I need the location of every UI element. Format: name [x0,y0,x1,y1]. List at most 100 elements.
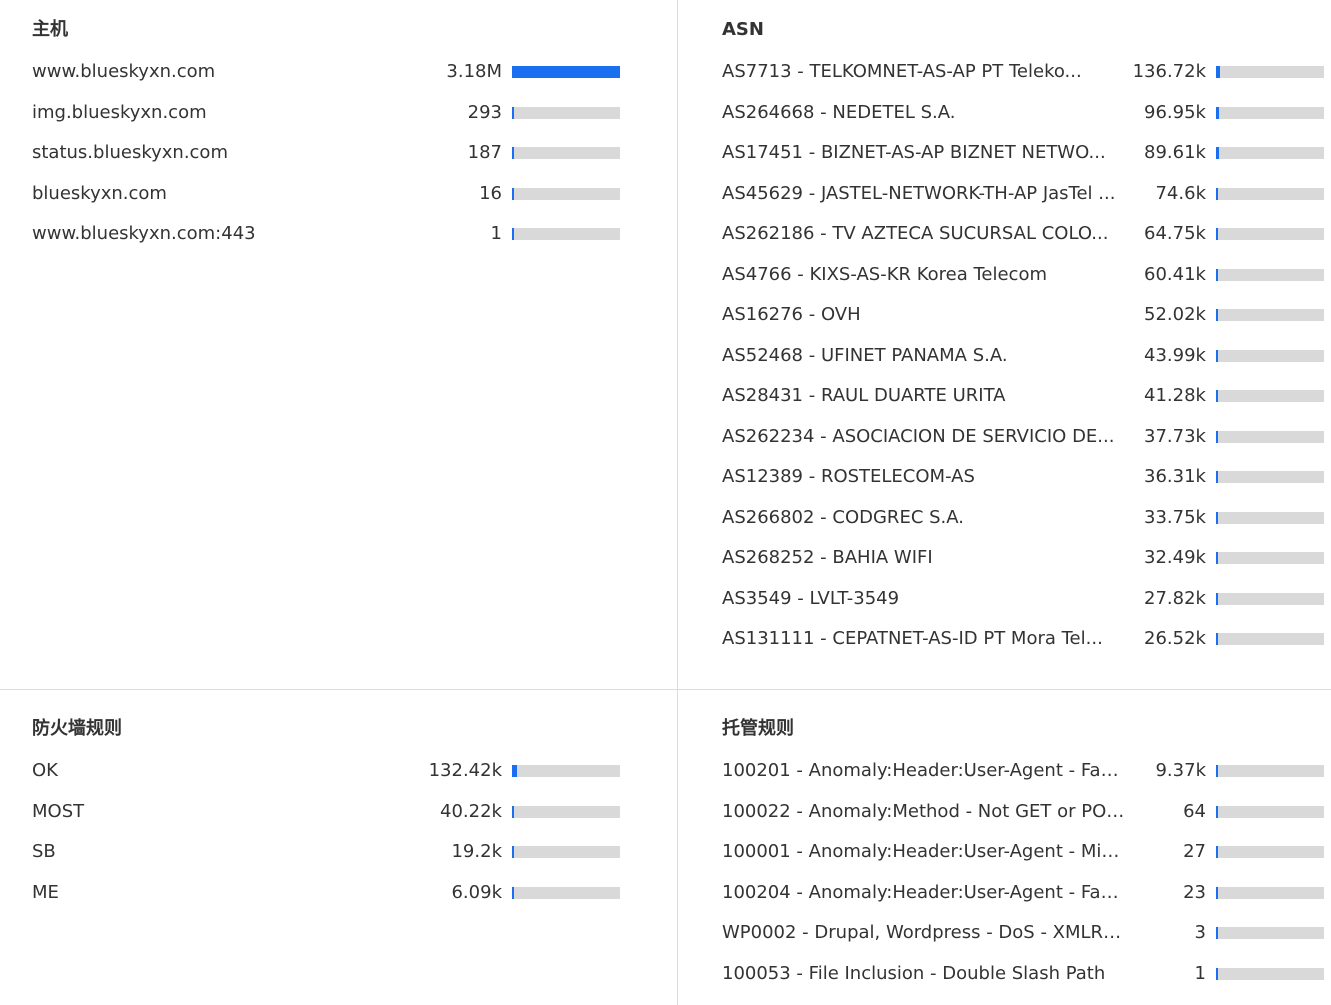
list-item[interactable]: www.blueskyxn.com:443 1 [32,214,634,255]
list-item[interactable]: AS264668 - NEDETEL S.A. 96.95k [722,93,1324,134]
list-item-value: 293 [467,101,502,123]
list-item[interactable]: 100001 - Anomaly:Header:User-Agent - Mis… [722,832,1324,873]
share-bar [1216,633,1324,646]
hosts-panel-title: 主机 [32,19,68,40]
share-bar-fill [1216,927,1218,940]
list-item[interactable]: AS262186 - TV AZTECA SUCURSAL COLO... 64.… [722,214,1324,255]
list-item-value: 41.28k [1144,385,1206,407]
list-item[interactable]: MOST 40.22k [32,792,634,833]
list-item-value: 3.18M [446,61,502,83]
share-bar [1216,430,1324,443]
list-item[interactable]: AS268252 - BAHIA WIFI 32.49k [722,538,1324,579]
list-item[interactable]: status.blueskyxn.com 187 [32,133,634,174]
list-item-value: 27 [1183,841,1206,863]
list-item[interactable]: WP0002 - Drupal, Wordpress - DoS - XMLRP… [722,913,1324,954]
share-bar-fill [1216,228,1219,241]
list-item[interactable]: AS45629 - JASTEL-NETWORK-TH-AP JasTel ..… [722,174,1324,215]
share-bar-fill [1216,390,1218,403]
list-item[interactable]: AS4766 - KIXS-AS-KR Korea Telecom 60.41k [722,255,1324,296]
list-item[interactable]: AS17451 - BIZNET-AS-AP BIZNET NETWO... 89… [722,133,1324,174]
list-item[interactable]: img.blueskyxn.com 293 [32,93,634,134]
list-item[interactable]: 100053 - File Inclusion - Double Slash P… [722,954,1324,995]
managed-rules-panel-title: 托管规则 [722,718,794,739]
share-bar [1216,552,1324,565]
list-item-label: SB [32,841,56,863]
share-bar [1216,967,1324,980]
share-bar-fill [512,846,514,859]
list-item[interactable]: www.blueskyxn.com 3.18M [32,52,634,93]
list-item[interactable]: AS12389 - ROSTELECOM-AS 36.31k [722,457,1324,498]
list-item-value: 43.99k [1144,344,1206,366]
share-bar-fill [1216,846,1218,859]
share-bar [512,886,620,899]
share-bar [1216,886,1324,899]
list-item-value: 3 [1194,922,1206,944]
share-bar-fill [1216,187,1219,200]
share-bar-fill [1216,147,1220,160]
list-item-label: www.blueskyxn.com [32,61,216,83]
share-bar [512,765,620,778]
list-item-value: 136.72k [1132,61,1206,83]
share-bar-fill [512,765,517,778]
share-bar [1216,268,1324,281]
list-item-label: 100053 - File Inclusion - Double Slash P… [722,962,1106,984]
list-item-value: 6.09k [451,881,502,903]
share-bar [1216,187,1324,200]
list-item-label: OK [32,760,58,782]
list-item-label: AS28431 - RAUL DUARTE URITA [722,385,1006,407]
list-item-value: 27.82k [1144,587,1206,609]
list-item[interactable]: 100201 - Anomaly:Header:User-Agent - Fak… [722,751,1324,792]
share-bar [1216,765,1324,778]
list-item[interactable]: AS262234 - ASOCIACION DE SERVICIO DE... 3… [722,417,1324,458]
list-item[interactable]: AS52468 - UFINET PANAMA S.A. 43.99k [722,336,1324,377]
list-item-label: AS131111 - CEPATNET-AS-ID PT Mora Tel... [722,628,1103,650]
share-bar [512,106,620,119]
list-item-value: 1 [490,223,502,245]
share-bar [512,228,620,241]
share-bar-fill [1216,765,1218,778]
firewall-rules-panel: 防火墙规则 OK 132.42k MOST 40.22k SB 19.2k ME 6.09k [0,690,678,1005]
share-bar [512,805,620,818]
list-item[interactable]: AS28431 - RAUL DUARTE URITA 41.28k [722,376,1324,417]
list-item[interactable]: AS131111 - CEPATNET-AS-ID PT Mora Tel...… [722,619,1324,660]
list-item-label: AS4766 - KIXS-AS-KR Korea Telecom [722,263,1048,285]
list-item-value: 132.42k [428,760,502,782]
share-bar-fill [1216,633,1218,646]
list-item[interactable]: 100022 - Anomaly:Method - Not GET or POS… [722,792,1324,833]
list-item-value: 52.02k [1144,304,1206,326]
share-bar [1216,228,1324,241]
list-item-label: AS266802 - CODGREC S.A. [722,506,964,528]
share-bar-fill [1216,511,1218,524]
list-item[interactable]: AS16276 - OVH 52.02k [722,295,1324,336]
share-bar-fill [1216,66,1221,79]
share-bar [512,66,620,79]
share-bar [1216,147,1324,160]
list-item-label: WP0002 - Drupal, Wordpress - DoS - XMLRP… [722,922,1128,944]
list-item-label: AS264668 - NEDETEL S.A. [722,101,956,123]
list-item[interactable]: AS3549 - LVLT-3549 27.82k [722,579,1324,620]
list-item[interactable]: AS7713 - TELKOMNET-AS-AP PT Teleko... 136… [722,52,1324,93]
list-item-value: 64.75k [1144,223,1206,245]
list-item-value: 96.95k [1144,101,1206,123]
list-item-value: 64 [1183,800,1206,822]
list-item-value: 187 [467,142,502,164]
list-item-label: 100204 - Anomaly:Header:User-Agent - Fak… [722,881,1128,903]
list-item[interactable]: OK 132.42k [32,751,634,792]
list-item[interactable]: 100204 - Anomaly:Header:User-Agent - Fak… [722,873,1324,914]
list-item[interactable]: blueskyxn.com 16 [32,174,634,215]
list-item[interactable]: ME 6.09k [32,873,634,914]
share-bar [1216,349,1324,362]
list-item-label: img.blueskyxn.com [32,101,207,123]
list-item-value: 60.41k [1144,263,1206,285]
firewall-rules-panel-title: 防火墙规则 [32,718,122,739]
list-item-value: 1 [1194,962,1206,984]
list-item-label: AS262234 - ASOCIACION DE SERVICIO DE... [722,425,1115,447]
asn-panel-title: ASN [722,19,764,40]
list-item[interactable]: SB 19.2k [32,832,634,873]
managed-rules-panel: 托管规则 100201 - Anomaly:Header:User-Agent … [678,690,1331,1005]
share-bar [1216,471,1324,484]
list-item[interactable]: AS266802 - CODGREC S.A. 33.75k [722,498,1324,539]
share-bar [1216,66,1324,79]
share-bar-fill [1216,886,1218,899]
share-bar-fill [1216,309,1218,322]
